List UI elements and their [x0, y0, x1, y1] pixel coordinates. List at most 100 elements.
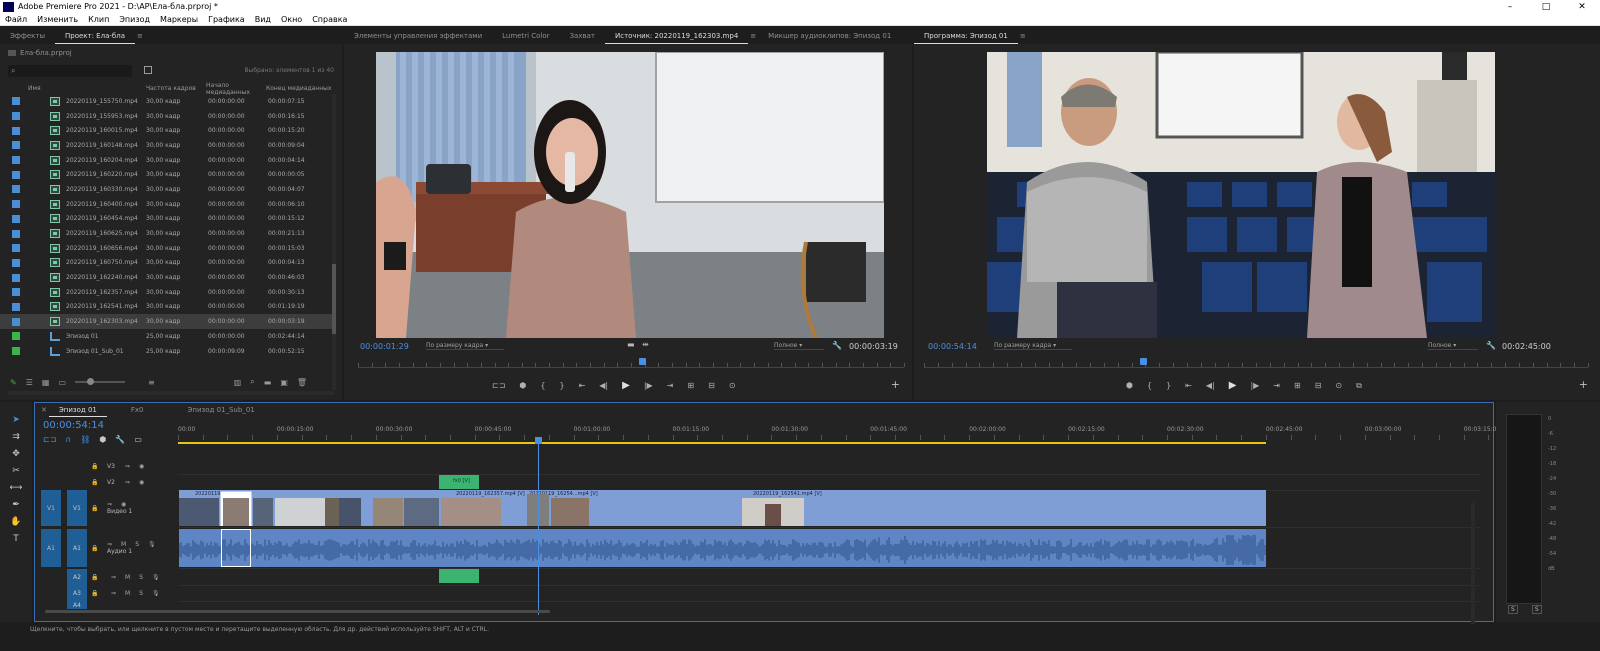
mic-icon[interactable]: 🎙 [152, 590, 160, 597]
program-fit-dropdown[interactable]: По размеру кадра ▾ [994, 342, 1072, 350]
close-tab-icon[interactable]: ✕ [35, 403, 49, 417]
captions-icon[interactable]: ▭ [134, 435, 142, 444]
camera-icon[interactable]: ⊙ [729, 381, 736, 390]
pencil-icon[interactable]: ✎ [10, 378, 17, 387]
trash-icon[interactable]: 🗑 [297, 378, 307, 387]
menu-edit[interactable]: Изменить [32, 15, 83, 24]
program-timecode[interactable]: 00:00:54:14 [928, 342, 977, 351]
label-color-swatch[interactable] [12, 200, 20, 209]
zoom-slider[interactable] [75, 378, 125, 385]
tab-effects[interactable]: Эффекты [0, 28, 55, 44]
menu-window[interactable]: Окно [276, 15, 307, 24]
step-forward-icon[interactable]: |▶ [644, 381, 653, 390]
play-icon[interactable]: ▶ [622, 380, 630, 391]
project-row[interactable]: 20220119_155953.mp4 30,00 кадр 00:00:00:00… [0, 109, 336, 124]
panel-menu-icon[interactable]: ≡ [1018, 28, 1028, 44]
tab-capture[interactable]: Захват [560, 28, 605, 44]
project-row[interactable]: 20220119_160148.mp4 30,00 кадр 00:00:00:00… [0, 138, 336, 153]
target-a1[interactable]: A1 [67, 529, 87, 567]
find-icon[interactable]: ⌕ [250, 377, 254, 387]
label-color-swatch[interactable] [12, 156, 20, 165]
label-color-swatch[interactable] [12, 229, 20, 238]
step-forward-icon[interactable]: |▶ [1250, 381, 1259, 390]
project-row[interactable]: 20220119_160204.mp4 30,00 кадр 00:00:00:00… [0, 153, 336, 168]
audio-clip-a1[interactable] [179, 529, 1266, 567]
program-video-frame[interactable] [987, 52, 1495, 338]
project-row[interactable]: 20220119_160625.mp4 30,00 кадр 00:00:00:00… [0, 226, 336, 241]
export-frame-mini-icon[interactable]: ⇹ [642, 340, 649, 349]
mic-icon[interactable]: 🎙 [148, 541, 156, 548]
tab-source[interactable]: Источник: 20220119_162303.mp4 [604, 28, 749, 44]
maximize-button[interactable]: □ [1528, 0, 1564, 13]
minimize-button[interactable]: – [1492, 0, 1528, 13]
project-row[interactable]: 20220119_160400.mp4 30,00 кадр 00:00:00:00… [0, 197, 336, 212]
type-tool-icon[interactable]: T [6, 531, 26, 546]
label-color-swatch[interactable] [12, 244, 20, 253]
pen-tool-icon[interactable]: ✒ [6, 497, 26, 512]
timeline-ruler[interactable]: 00:00 00:00:15:00 00:00:30:00 00:00:45:00 00… [178, 423, 1539, 443]
mic-icon[interactable]: 🎙 [152, 574, 160, 581]
source-quality-dropdown[interactable]: Полное ▾ [774, 342, 824, 350]
step-back-icon[interactable]: ◀| [1206, 381, 1215, 390]
target-v1[interactable]: V1 [67, 490, 87, 526]
menu-file[interactable]: Файл [0, 15, 32, 24]
project-row[interactable]: 20220119_160750.mp4 30,00 кадр 00:00:00:00… [0, 256, 336, 271]
selected-audio-segment[interactable] [221, 529, 251, 567]
linked-selection-icon[interactable]: ⛓ [80, 435, 90, 444]
label-color-swatch[interactable] [12, 258, 20, 267]
timeline-settings-icon[interactable]: 🔧 [115, 435, 125, 444]
new-item-icon[interactable]: ▣ [280, 378, 288, 387]
program-quality-dropdown[interactable]: Полное ▾ [1428, 342, 1478, 350]
mark-out-icon[interactable]: } [559, 381, 564, 390]
menu-sequence[interactable]: Эпизод [114, 15, 155, 24]
menu-help[interactable]: Справка [307, 15, 352, 24]
timeline-lanes[interactable]: fx0 [V] 20220119... 20220119_162357.mp4 … [178, 458, 1481, 651]
mute-icon[interactable]: M [121, 541, 126, 548]
a2-clip[interactable] [439, 569, 479, 583]
source-playhead[interactable] [638, 358, 646, 365]
tab-sequence-01[interactable]: Эпизод 01 [48, 403, 107, 417]
new-bin-footer-icon[interactable]: ▬ [264, 378, 272, 387]
eye-icon[interactable]: ◉ [139, 479, 144, 486]
mute-icon[interactable]: M [125, 574, 130, 581]
mute-icon[interactable]: M [125, 590, 130, 597]
play-icon[interactable]: ▶ [1229, 380, 1237, 391]
eye-icon[interactable]: ◉ [121, 501, 126, 508]
lock-icon[interactable]: 🔒 [91, 463, 101, 470]
mark-out-icon[interactable]: } [1166, 381, 1171, 390]
project-row[interactable]: 20220119_160220.mp4 30,00 кадр 00:00:00:00… [0, 167, 336, 182]
tab-lumetri[interactable]: Lumetri Color [492, 28, 559, 44]
label-color-swatch[interactable] [12, 214, 20, 223]
col-media-end[interactable]: Конец медиаданных [266, 85, 336, 92]
panel-menu-icon[interactable]: ≡ [748, 28, 758, 44]
go-to-in-icon[interactable]: ⇤ [579, 381, 586, 390]
sync-lock-icon[interactable]: ⇒ [111, 590, 116, 597]
label-color-swatch[interactable] [12, 347, 20, 356]
source-time-ruler[interactable] [358, 358, 905, 368]
tab-sequence-01-sub[interactable]: Эпизод 01_Sub_01 [178, 403, 265, 417]
timeline-playhead[interactable] [535, 437, 542, 615]
project-row[interactable]: Эпизод 01 25,00 кадр 00:00:00:00 00:02:44:1… [0, 329, 336, 344]
target-a2[interactable]: A2 [67, 569, 87, 585]
source-patch-v1[interactable]: V1 [41, 490, 61, 526]
label-color-swatch[interactable] [12, 332, 20, 341]
program-playhead[interactable] [1140, 358, 1148, 365]
label-color-swatch[interactable] [12, 112, 20, 121]
hand-tool-icon[interactable]: ✋ [6, 514, 26, 529]
project-row[interactable]: 20220119_162303.mp4 30,00 кадр 00:00:00:00… [0, 314, 336, 329]
nest-icon[interactable]: ⊏⊐ [43, 435, 56, 444]
tab-fx0[interactable]: Fx0 [121, 403, 154, 417]
source-add-button[interactable]: + [891, 378, 900, 391]
project-row[interactable]: 20220119_160454.mp4 30,00 кадр 00:00:00:00… [0, 212, 336, 227]
label-color-swatch[interactable] [12, 302, 20, 311]
menu-markers[interactable]: Маркеры [155, 15, 203, 24]
solo-icon[interactable]: S [135, 541, 139, 548]
program-wrench-icon[interactable]: 🔧 [1486, 341, 1496, 350]
timeline-hscroll[interactable] [45, 607, 1481, 615]
project-row[interactable]: 20220119_162357.mp4 30,00 кадр 00:00:00:00… [0, 285, 336, 300]
timeline-timecode[interactable]: 00:00:54:14 [43, 420, 104, 431]
source-video-frame[interactable] [376, 52, 884, 338]
source-button-editor-icon[interactable]: ⊏⊐ [492, 381, 505, 390]
lift-icon[interactable]: ⊞ [1294, 381, 1301, 390]
col-name[interactable]: Имя [0, 85, 146, 92]
